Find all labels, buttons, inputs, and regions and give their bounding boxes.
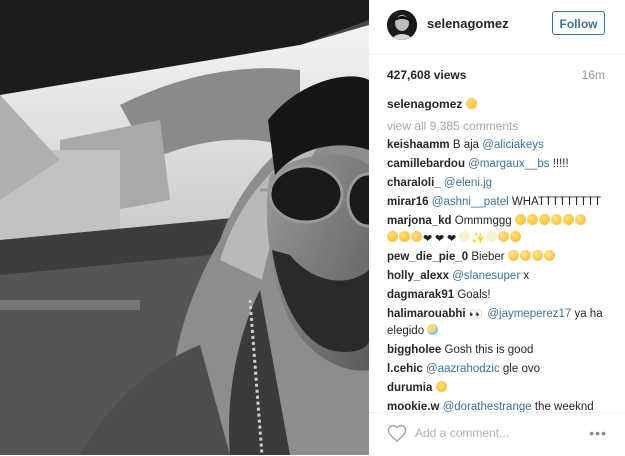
more-options-icon[interactable]: ••• [589, 425, 607, 441]
comment-username[interactable]: dagmarak91 [387, 289, 454, 301]
post-time[interactable]: 16m [582, 68, 605, 82]
heart-eyes-emoji-icon [510, 231, 522, 242]
post-photo[interactable] [0, 0, 369, 455]
comment-item: halimarouabhi 👀 @jaymeperez17 ya ha eleg… [387, 306, 609, 340]
instagram-post: selenagomez Follow 427,608 views 16m sel… [0, 0, 625, 455]
view-count[interactable]: 427,608 views [387, 68, 466, 82]
heart-eyes-emoji-icon [435, 381, 447, 392]
caption-username[interactable]: selenagomez [387, 97, 462, 111]
follow-button[interactable]: Follow [552, 11, 605, 35]
comment-mention[interactable]: @aliciakeys [482, 139, 544, 151]
post-sidebar: selenagomez Follow 427,608 views 16m sel… [369, 0, 625, 455]
avatar-image [387, 10, 417, 40]
comment-item: mirar16 @ashni__patel WHATTTTTTTTT [387, 194, 609, 211]
comment-username[interactable]: charaloli_ [387, 177, 441, 189]
comment-text: B aja [452, 139, 483, 151]
tears-of-joy-emoji-icon [574, 214, 586, 225]
heart-eyes-emoji-icon [387, 231, 398, 242]
nail-polish-emoji-icon [486, 231, 498, 242]
comment-username[interactable]: keishaamm [387, 139, 450, 151]
comment-item: keishaamm B aja @aliciakeys [387, 137, 609, 154]
comment-mention[interactable]: @slanesuper [452, 270, 520, 282]
comment-item: holly_alexx @slanesuper x [387, 268, 609, 285]
heart-eyes-emoji-icon [562, 214, 574, 225]
comment-text: x [520, 270, 530, 282]
comment-username[interactable]: mirar16 [387, 196, 429, 208]
eyes-emoji-icon: 👀 [468, 309, 484, 321]
comment-username[interactable]: durumia [387, 382, 432, 394]
heart-eyes-emoji-icon [399, 231, 410, 242]
heart-eyes-emoji-icon [538, 214, 550, 225]
tears-of-joy-emoji-icon [498, 231, 510, 242]
like-heart-shape [387, 424, 407, 443]
comment-mention[interactable]: @margaux__bs [468, 158, 549, 170]
comment-username[interactable]: l.cehic [387, 363, 423, 375]
crying-emoji-icon [519, 250, 531, 261]
comment-username[interactable]: camillebardou [387, 158, 465, 170]
comment-item: pew_die_pie_0 Bieber [387, 249, 609, 266]
comment-username[interactable]: biggholee [387, 344, 441, 356]
comment-mention[interactable]: @aazrahodzic [426, 363, 500, 375]
black-heart-icon: ❤ [423, 233, 433, 245]
heart-eyes-emoji-icon [465, 98, 477, 109]
comment-mention[interactable]: @ashni__patel [432, 196, 509, 208]
comment-text: WHATTTTTTTTT [508, 196, 602, 208]
sweat-smile-emoji-icon [427, 324, 439, 335]
comment-mention[interactable]: @eleni.jg [444, 177, 492, 189]
comment-mention[interactable]: @jaymeperez17 [487, 308, 571, 320]
comment-text: Gosh this is good [444, 344, 534, 356]
tears-of-joy-emoji-icon [550, 214, 562, 225]
username-link[interactable]: selenagomez [427, 16, 509, 31]
black-heart-icon: ❤ [447, 233, 457, 245]
comment-item: marjona_kd Ommmggg ❤ ❤ ❤ ✨ [387, 213, 609, 247]
tears-of-joy-emoji-icon [411, 231, 422, 242]
post-header: selenagomez Follow [369, 0, 625, 55]
crying-emoji-icon [507, 250, 519, 261]
crying-emoji-icon [531, 250, 543, 261]
comment-item: l.cehic @aazrahodzic gle ovo [387, 361, 609, 378]
comment-item: charaloli_ @eleni.jg [387, 175, 609, 192]
comment-text: !!!!! [549, 158, 569, 170]
heart-eyes-emoji-icon [526, 214, 538, 225]
comment-bar: Add a comment... ••• [369, 412, 625, 456]
comment-text: gle ovo [499, 363, 540, 375]
avatar[interactable] [387, 10, 417, 40]
comment-username[interactable]: pew_die_pie_0 [387, 251, 468, 263]
black-heart-icon: ❤ [435, 233, 445, 245]
sparkle-emoji-icon: ✨ [471, 233, 486, 245]
photo-illustration [0, 0, 369, 455]
comment-item: dagmarak91 Goals! [387, 287, 609, 304]
comment-username[interactable]: halimarouabhi [387, 308, 466, 320]
heart-outline-icon[interactable] [387, 424, 407, 443]
comment-text: Goals! [457, 289, 491, 301]
comment-username[interactable]: holly_alexx [387, 270, 449, 282]
comment-text: Bieber [471, 251, 505, 263]
comment-item: durumia [387, 380, 609, 397]
crying-emoji-icon [543, 250, 555, 261]
nail-polish-emoji-icon [459, 231, 470, 242]
add-comment-input[interactable]: Add a comment... [415, 426, 509, 440]
post-caption: selenagomez [387, 97, 478, 111]
comments-list: keishaamm B aja @aliciakeys camillebardo… [387, 137, 609, 418]
comment-username[interactable]: marjona_kd [387, 215, 452, 227]
view-all-comments-link[interactable]: view all 9,385 comments [387, 119, 518, 133]
heart-eyes-emoji-icon [514, 214, 526, 225]
comment-item: camillebardou @margaux__bs !!!!! [387, 156, 609, 173]
comment-item: biggholee Gosh this is good [387, 342, 609, 359]
comment-text: Ommmggg [454, 215, 512, 227]
